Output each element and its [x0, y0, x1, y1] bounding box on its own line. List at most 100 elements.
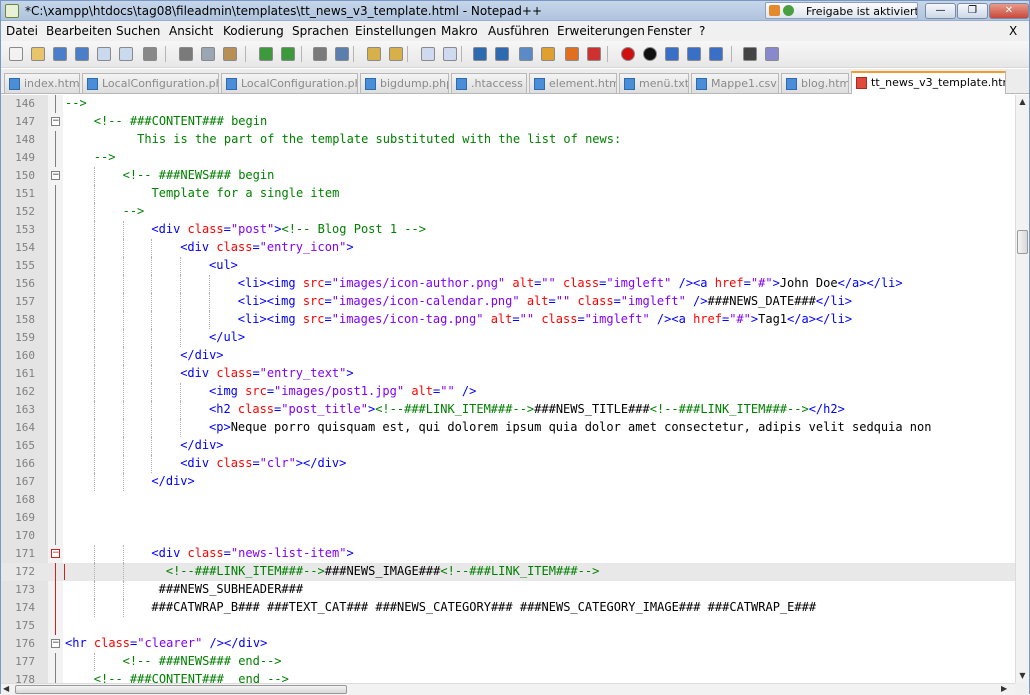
indent-guide — [151, 401, 153, 419]
open-file-button[interactable] — [29, 45, 47, 63]
save-macro-button[interactable] — [707, 45, 725, 63]
code-line: 176 − <hr class="clearer" /></div> — [1, 635, 1015, 653]
menu-kodierung[interactable]: Kodierung — [223, 24, 284, 38]
scroll-left-icon[interactable]: ◀ — [3, 684, 9, 693]
save-all-button[interactable] — [73, 45, 91, 63]
scroll-right-icon[interactable]: ▶ — [1001, 684, 1007, 693]
menu-sprachen[interactable]: Sprachen — [292, 24, 349, 38]
function-list-button[interactable] — [585, 45, 603, 63]
notepadpp-app-icon — [5, 4, 19, 18]
indent-guide — [122, 563, 124, 581]
fold-toggle-icon[interactable]: − — [51, 549, 60, 558]
menu-help[interactable]: ? — [699, 24, 705, 38]
vertical-scrollbar[interactable]: ▲ ▼ — [1015, 95, 1029, 683]
line-number: 150 — [15, 169, 35, 182]
record-macro-button[interactable] — [619, 45, 637, 63]
tab-blog-html[interactable]: blog.html — [781, 73, 849, 93]
scroll-up-icon[interactable]: ▲ — [1016, 95, 1029, 109]
menu-datei[interactable]: Datei — [6, 24, 38, 38]
tab-index-html[interactable]: index.html — [4, 73, 80, 93]
cut-button[interactable] — [177, 45, 195, 63]
show-all-chars-icon — [495, 47, 509, 61]
line-number: 178 — [15, 673, 35, 683]
paste-button[interactable] — [221, 45, 239, 63]
horizontal-scrollbar[interactable]: ◀ ▶ — [1, 683, 1015, 695]
play-macro-button[interactable] — [663, 45, 681, 63]
zoom-out-icon — [389, 47, 403, 61]
horizontal-scroll-thumb[interactable] — [15, 685, 347, 694]
tab-mappe1-csv[interactable]: Mappe1.csv — [691, 73, 779, 93]
close-document-button[interactable]: X — [1009, 24, 1017, 38]
menu-suchen[interactable]: Suchen — [116, 24, 160, 38]
tab-htaccess[interactable]: .htaccess — [451, 73, 527, 93]
close-all-button[interactable] — [117, 45, 135, 63]
copy-icon — [201, 47, 215, 61]
ds-button[interactable] — [741, 45, 759, 63]
share-status-button[interactable]: Freigabe ist aktiviert — [765, 2, 918, 19]
vertical-scroll-thumb[interactable] — [1017, 230, 1028, 254]
indent-guide — [122, 311, 124, 329]
menu-makro[interactable]: Makro — [441, 24, 478, 38]
copy-button[interactable] — [199, 45, 217, 63]
tab-menue-txt[interactable]: menü.txt — [619, 73, 689, 93]
replace-button[interactable] — [333, 45, 351, 63]
scroll-down-icon[interactable]: ▼ — [1016, 669, 1029, 683]
save-button[interactable] — [51, 45, 69, 63]
menu-bearbeiten[interactable]: Bearbeiten — [46, 24, 112, 38]
minimize-button[interactable]: — — [925, 3, 956, 19]
menu-einstellungen[interactable]: Einstellungen — [355, 24, 436, 38]
zoom-out-button[interactable] — [387, 45, 405, 63]
document-icon — [456, 78, 467, 90]
zoom-in-icon — [367, 47, 381, 61]
tab-tt-news-v3-template-html[interactable]: tt_news_v3_template.html — [851, 71, 1006, 94]
tab-bigdump-php[interactable]: bigdump.php — [360, 73, 449, 93]
menu-ansicht[interactable]: Ansicht — [169, 24, 213, 38]
zoom-in-button[interactable] — [365, 45, 383, 63]
code-line: 154 <div class="entry_icon"> — [1, 239, 1015, 257]
code-text: <p>Neque porro quisquam est, qui dolorem… — [209, 420, 932, 434]
user-lang-button[interactable] — [539, 45, 557, 63]
indent-guide — [93, 203, 95, 221]
tab-element-html[interactable]: element.html — [529, 73, 617, 93]
title-bar[interactable]: *C:\xampp\htdocs\tag08\fileadmin\templat… — [1, 1, 1029, 21]
sync-vertical-button[interactable] — [419, 45, 437, 63]
fold-line — [55, 221, 56, 239]
line-number: 147 — [15, 115, 35, 128]
tab-localconfiguration-php[interactable]: LocalConfiguration.php — [82, 73, 219, 93]
print-button[interactable] — [141, 45, 159, 63]
tab-label: element.html — [549, 77, 617, 90]
code-text: <!--###LINK_ITEM###-->###NEWS_IMAGE###<!… — [151, 564, 600, 578]
code-editor[interactable]: 146 --> 147 − <!-- ###CONTENT### begin 148 Th… — [1, 95, 1015, 683]
show-all-chars-button[interactable] — [493, 45, 511, 63]
menu-erweiterungen[interactable]: Erweiterungen — [557, 24, 645, 38]
fold-toggle-icon[interactable]: − — [51, 117, 60, 126]
find-button[interactable] — [311, 45, 329, 63]
spellcheck-button[interactable] — [763, 45, 781, 63]
indent-guide — [151, 275, 153, 293]
play-multiple-button[interactable] — [685, 45, 703, 63]
code-text: <hr class="clearer" /></div> — [65, 636, 268, 650]
indent-guide-button[interactable] — [517, 45, 535, 63]
word-wrap-button[interactable] — [471, 45, 489, 63]
stop-macro-button[interactable] — [641, 45, 659, 63]
close-window-button[interactable]: ✕ — [989, 3, 1029, 19]
menu-fenster[interactable]: Fenster — [647, 24, 692, 38]
close-button[interactable] — [95, 45, 113, 63]
indent-guide — [93, 365, 95, 383]
tab-localconfiguration-php-2[interactable]: LocalConfiguration.php — [221, 73, 358, 93]
fold-line — [55, 419, 56, 437]
fold-toggle-icon[interactable]: − — [51, 171, 60, 180]
undo-button[interactable] — [257, 45, 275, 63]
sync-horizontal-button[interactable] — [441, 45, 459, 63]
redo-button[interactable] — [279, 45, 297, 63]
fold-toggle-icon[interactable]: − — [51, 639, 60, 648]
maximize-button[interactable]: ❐ — [957, 3, 988, 19]
code-line: 171 − <div class="news-list-item"> — [1, 545, 1015, 563]
indent-guide — [122, 347, 124, 365]
fold-line — [55, 95, 56, 113]
indent-guide — [151, 419, 153, 437]
line-number: 173 — [15, 583, 35, 596]
menu-ausfuehren[interactable]: Ausführen — [488, 24, 549, 38]
doc-map-button[interactable] — [563, 45, 581, 63]
new-file-button[interactable] — [7, 45, 25, 63]
